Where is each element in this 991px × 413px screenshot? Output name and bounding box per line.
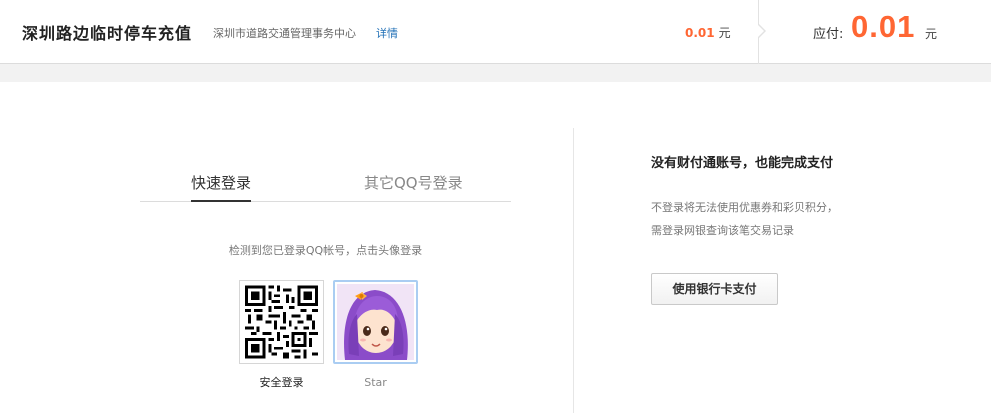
payable-amount: 0.01 [851, 9, 916, 44]
qr-login-caption: 安全登录 [259, 376, 304, 389]
header-arrow-icon [757, 23, 766, 39]
order-amount-value: 0.01 [685, 26, 715, 40]
tab-quick-login[interactable]: 快速登录 [191, 172, 252, 202]
no-account-title: 没有财付通账号，也能完成支付 [651, 156, 834, 171]
order-amount-unit: 元 [718, 26, 731, 40]
order-amount: 0.01 元 [685, 24, 731, 41]
no-account-desc-line2: 需登录网银查询该笔交易记录 [651, 224, 794, 237]
payable-label: 应付: [813, 27, 844, 42]
order-header: 深圳路边临时停车充值 深圳市道路交通管理事务中心 详情 0.01 元 应付: 0.… [0, 0, 991, 64]
qr-code-icon [245, 285, 318, 359]
qq-avatar-nickname: Star [364, 376, 387, 389]
payable-unit: 元 [925, 27, 938, 41]
detail-link[interactable]: 详情 [376, 25, 398, 41]
tab-other-qq-login[interactable]: 其它QQ号登录 [364, 172, 463, 202]
user-avatar-icon [337, 284, 414, 360]
order-title: 深圳路边临时停车充值 [22, 24, 193, 43]
merchant-name: 深圳市道路交通管理事务中心 [213, 27, 356, 40]
no-account-desc-line1: 不登录将无法使用优惠券和彩贝积分， [651, 201, 838, 214]
panel-divider [573, 128, 574, 413]
bank-card-pay-button[interactable]: 使用银行卡支付 [651, 273, 778, 305]
login-tabs: 快速登录 其它QQ号登录 [140, 172, 511, 202]
qr-login-button[interactable] [239, 280, 324, 364]
login-hint: 检测到您已登录QQ帐号，点击头像登录 [228, 244, 423, 257]
qq-avatar-login-button[interactable] [333, 280, 418, 364]
payment-panel: 快速登录 其它QQ号登录 检测到您已登录QQ帐号，点击头像登录 安全登录 Sta… [0, 82, 991, 413]
